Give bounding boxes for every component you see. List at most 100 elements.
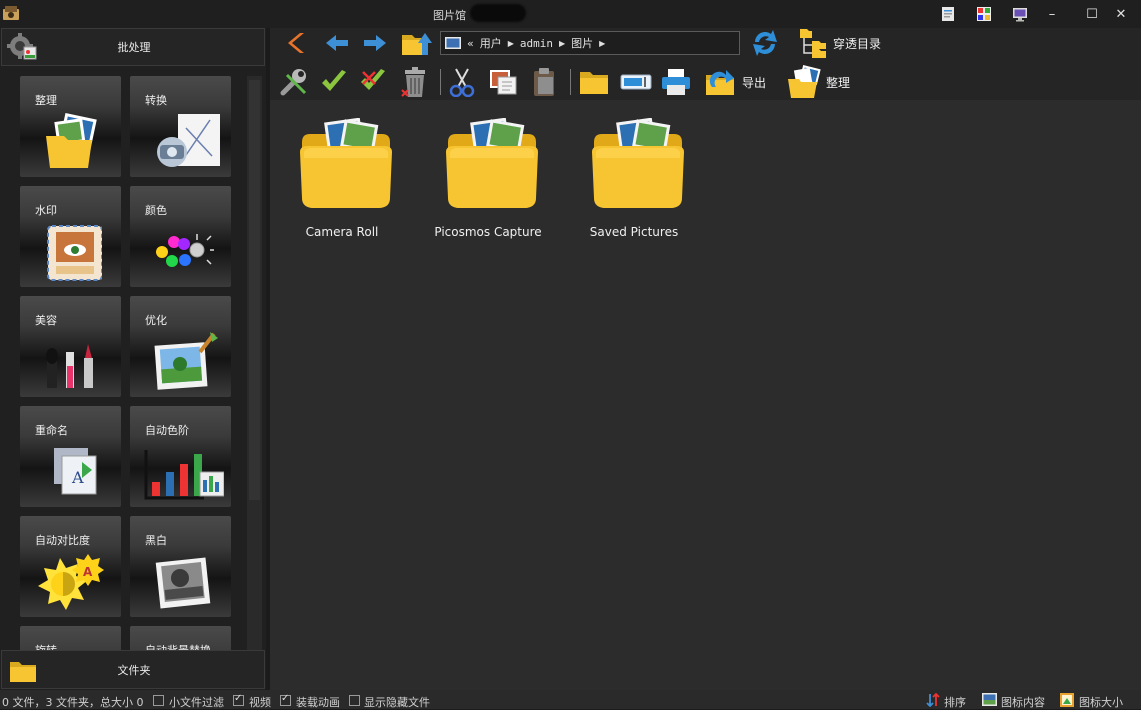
folder-name: Camera Roll — [305, 225, 379, 239]
refresh-button[interactable] — [748, 28, 782, 58]
tile-color[interactable]: 颜色 — [130, 186, 231, 287]
back-button[interactable] — [322, 29, 352, 57]
tile-label: 重命名 — [35, 424, 68, 437]
tile-auto-levels[interactable]: 自动色阶 — [130, 406, 231, 507]
small-file-filter-checkbox[interactable] — [153, 695, 164, 706]
export-label[interactable]: 导出 — [742, 74, 766, 91]
text-field-icon — [620, 74, 652, 90]
left-panel: 批处理 整理 转换 水印 颜色 美容 优化 重命名 A 自动色阶 自动对比度 A… — [0, 28, 266, 690]
tile-label: 自动背景替换 — [145, 642, 211, 650]
rename-field-button[interactable] — [618, 66, 654, 98]
back-orange-button[interactable] — [282, 29, 312, 57]
breadcrumb-users[interactable]: 用户 — [480, 35, 502, 51]
export-button[interactable] — [702, 65, 738, 99]
contrast-sun-icon: A — [38, 554, 104, 610]
monitor-icon[interactable] — [1009, 4, 1031, 24]
clipboard-icon — [534, 68, 554, 96]
delete-button[interactable] — [398, 65, 432, 99]
icon-content-icon[interactable] — [982, 693, 997, 706]
show-hidden-label[interactable]: 显示隐藏文件 — [364, 694, 430, 710]
sort-icon[interactable] — [926, 693, 940, 707]
batch-header[interactable]: 批处理 — [1, 28, 265, 66]
folder-label: 文件夹 — [117, 663, 151, 677]
print-button[interactable] — [658, 65, 694, 99]
folder-tree-icon — [800, 29, 826, 58]
address-image-icon — [445, 37, 461, 49]
tile-watermark[interactable]: 水印 — [20, 186, 121, 287]
wrench-icon — [280, 69, 307, 96]
bar-chart-icon — [144, 450, 224, 500]
organize-label[interactable]: 整理 — [826, 74, 850, 91]
load-animation-checkbox[interactable] — [280, 693, 291, 706]
folder-item-camera-roll[interactable]: Camera Roll — [272, 118, 412, 239]
arrow-right-icon — [364, 35, 386, 51]
toolbar-separator — [570, 69, 571, 95]
breadcrumb-admin[interactable]: admin — [520, 37, 553, 50]
tile-beauty[interactable]: 美容 — [20, 296, 121, 397]
document-view-icon[interactable] — [937, 4, 959, 24]
address-prefix: « — [467, 36, 474, 50]
tree-dir-label[interactable]: 穿透目录 — [833, 35, 881, 52]
load-animation-label[interactable]: 装载动画 — [296, 694, 340, 710]
cut-button[interactable] — [446, 66, 478, 98]
printer-icon — [662, 69, 690, 95]
cosmetics-icon — [46, 344, 93, 388]
redacted-title-part — [470, 4, 526, 22]
tile-rename[interactable]: 重命名 A — [20, 406, 121, 507]
copy-images-icon — [490, 70, 517, 95]
organize-button[interactable] — [786, 64, 824, 100]
folder-item-saved-pictures[interactable]: Saved Pictures — [564, 118, 704, 239]
tile-organize[interactable]: 整理 — [20, 76, 121, 177]
folder-export-icon — [706, 70, 734, 95]
video-checkbox[interactable] — [233, 693, 244, 706]
icon-size-icon[interactable] — [1060, 693, 1074, 707]
breadcrumb-arrow-icon[interactable]: ▶ — [599, 39, 605, 48]
folder-name: Saved Pictures — [589, 225, 679, 239]
tile-label: 自动色阶 — [145, 424, 189, 437]
arrow-left-icon — [326, 35, 348, 51]
tile-convert[interactable]: 转换 — [130, 76, 231, 177]
tile-rotate[interactable]: 旋转 — [20, 626, 121, 650]
tile-label: 颜色 — [145, 204, 167, 217]
tree-dir-button[interactable] — [798, 27, 828, 59]
folder-header[interactable]: 文件夹 — [1, 650, 265, 689]
address-bar[interactable]: « 用户 ▶ admin ▶ 图片 ▶ — [440, 31, 740, 55]
check-icon — [322, 70, 346, 91]
new-folder-button[interactable] — [576, 66, 612, 98]
file-list: Camera Roll Picosmos Capture Saved Pictu… — [270, 100, 1141, 690]
breadcrumb-arrow-icon[interactable]: ▶ — [508, 39, 514, 48]
select-all-button[interactable] — [318, 66, 350, 98]
right-panel: « 用户 ▶ admin ▶ 图片 ▶ 穿透目录 导出 整理 Camera Ro… — [270, 28, 1141, 690]
tile-black-white[interactable]: 黑白 — [130, 516, 231, 617]
breadcrumb-arrow-icon[interactable]: ▶ — [559, 39, 565, 48]
show-hidden-checkbox[interactable] — [349, 695, 360, 706]
paste-button[interactable] — [528, 66, 560, 98]
video-label[interactable]: 视频 — [249, 694, 271, 710]
copy-button[interactable] — [486, 66, 520, 98]
title-bar: 图片馆 – ☐ ✕ — [0, 0, 1141, 28]
refresh-icon — [753, 30, 777, 56]
breadcrumb-pictures[interactable]: 图片 — [571, 35, 593, 51]
icon-content-label[interactable]: 图标内容 — [1001, 694, 1045, 710]
forward-button[interactable] — [360, 29, 390, 57]
folder-item-picosmos-capture[interactable]: Picosmos Capture — [418, 118, 558, 239]
rename-icon: A — [54, 448, 97, 495]
color-grid-icon[interactable] — [973, 4, 995, 24]
up-folder-button[interactable] — [400, 28, 434, 58]
close-button[interactable]: ✕ — [1101, 4, 1141, 24]
tile-optimize[interactable]: 优化 — [130, 296, 231, 397]
tile-auto-background[interactable]: 自动背景替换 — [130, 626, 231, 650]
app-icon — [3, 6, 19, 20]
tile-label: 自动对比度 — [35, 534, 90, 547]
batch-label: 批处理 — [117, 41, 151, 54]
small-file-filter-label[interactable]: 小文件过滤 — [169, 694, 224, 710]
tile-label: 转换 — [145, 94, 167, 107]
tiles-scrollbar-thumb[interactable] — [249, 80, 260, 500]
minimize-button[interactable]: – — [1032, 4, 1072, 24]
icon-size-label[interactable]: 图标大小 — [1079, 694, 1123, 710]
sort-label[interactable]: 排序 — [944, 694, 966, 710]
tools-button[interactable] — [278, 66, 310, 98]
scissors-icon — [449, 68, 475, 97]
tile-auto-contrast[interactable]: 自动对比度 A — [20, 516, 121, 617]
deselect-button[interactable] — [358, 66, 390, 98]
